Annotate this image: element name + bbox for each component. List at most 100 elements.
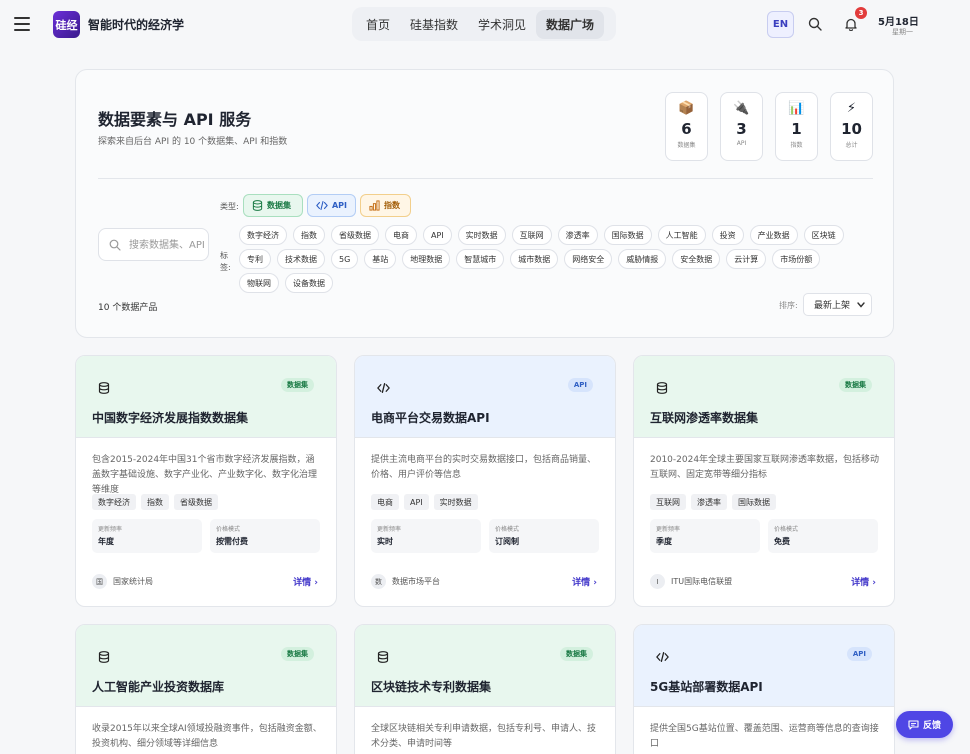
tag-chip[interactable]: 省级数据 (331, 225, 379, 245)
brand-name[interactable]: 智能时代的经济学 (88, 16, 184, 33)
bell-icon[interactable] (844, 17, 858, 31)
feedback-button[interactable]: 反馈 (896, 711, 953, 738)
meta-value: 订阅制 (495, 537, 519, 546)
product-card[interactable]: 数据集 互联网渗透率数据集 2010-2024年全球主要国家互联网渗透率数据，包… (633, 355, 895, 607)
tag-chip[interactable]: 技术数据 (277, 249, 325, 269)
publisher-name: ITU国际电信联盟 (671, 577, 733, 586)
card-title[interactable]: 区块链技术专利数据集 (371, 678, 491, 695)
stat-value: 6 (681, 120, 692, 138)
product-card[interactable]: 数据集 人工智能产业投资数据库 收录2015年以来全球AI领域投融资事件，包括融… (75, 624, 337, 754)
pricing-model: 价格模式 按需付费 (210, 519, 320, 553)
card-tag: API (404, 494, 429, 510)
tag-chip[interactable]: 智慧城市 (456, 249, 505, 269)
tag-chip[interactable]: 产业数据 (749, 225, 798, 245)
product-card[interactable]: API 电商平台交易数据API 提供主流电商平台的实时交易数据接口，包括商品销量… (354, 355, 616, 607)
tag-chip[interactable]: 数字经济 (239, 225, 287, 245)
sort-select[interactable]: 最新上架 (803, 293, 872, 316)
nav-index[interactable]: 硅基指数 (400, 10, 468, 39)
tag-chip[interactable]: 区块链 (803, 225, 844, 245)
detail-link[interactable]: 详情 › (851, 575, 876, 588)
card-title[interactable]: 互联网渗透率数据集 (650, 409, 758, 426)
tag-chip[interactable]: API (423, 225, 452, 245)
tag-chip[interactable]: 投资 (711, 225, 744, 245)
nav-data-plaza[interactable]: 数据广场 (536, 9, 605, 39)
nav-insights[interactable]: 学术洞见 (468, 10, 536, 39)
card-tag: 指数 (141, 494, 169, 510)
tag-chip[interactable]: 5G (331, 249, 359, 269)
tag-chip[interactable]: 互联网 (511, 225, 552, 245)
detail-label: 详情 (851, 578, 870, 588)
publisher: I ITU国际电信联盟 (650, 574, 732, 589)
database-icon (98, 648, 112, 663)
tag-chip[interactable]: 专利 (239, 249, 271, 269)
weekday-label: 星期一 (892, 28, 913, 36)
sort-value: 最新上架 (814, 301, 851, 311)
database-icon (252, 200, 263, 211)
tag-chip[interactable]: 基站 (364, 249, 397, 269)
tag-chip[interactable]: 威胁情报 (618, 249, 667, 269)
card-header: API 5G基站部署数据API (634, 625, 894, 707)
product-card[interactable]: API 5G基站部署数据API 提供全国5G基站位置、覆盖范围、运营商等信息的查… (633, 624, 895, 754)
card-tag: 实时数据 (433, 494, 478, 510)
tag-chip[interactable]: 安全数据 (672, 249, 721, 269)
card-header: 数据集 人工智能产业投资数据库 (76, 625, 336, 707)
type-badge: 数据集 (839, 378, 872, 392)
card-description: 2010-2024年全球主要国家互联网渗透率数据，包括移动互联网、固定宽带等细分… (650, 455, 880, 480)
card-tag: 互联网 (650, 494, 686, 510)
tag-chip[interactable]: 国际数据 (603, 225, 652, 245)
chart-icon (369, 200, 380, 211)
type-filter-api[interactable]: API (307, 194, 356, 217)
card-title[interactable]: 电商平台交易数据API (371, 409, 490, 426)
detail-link[interactable]: 详情 › (293, 575, 318, 588)
detail-label: 详情 (293, 578, 312, 588)
code-icon (377, 379, 391, 393)
tag-chip[interactable]: 设备数据 (285, 273, 333, 293)
type-filter-label: 数据集 (267, 201, 291, 210)
product-card[interactable]: 数据集 区块链技术专利数据集 全球区块链相关专利申请数据，包括专利号、申请人、技… (354, 624, 616, 754)
logo[interactable]: 硅经 (53, 11, 80, 38)
search-icon[interactable] (808, 17, 822, 31)
bar-chart-icon: 📊 (788, 101, 805, 116)
card-header: 数据集 区块链技术专利数据集 (355, 625, 615, 707)
tag-chip[interactable]: 城市数据 (510, 249, 559, 269)
page-title: 数据要素与 API 服务 (98, 110, 252, 129)
detail-link[interactable]: 详情 › (572, 575, 597, 588)
type-filter-index[interactable]: 指数 (360, 194, 411, 217)
card-title[interactable]: 中国数字经济发展指数数据集 (92, 409, 248, 426)
search-box (98, 228, 209, 261)
card-description: 提供全国5G基站位置、覆盖范围、运营商等信息的查询接口 (650, 724, 879, 749)
publisher-name: 国家统计局 (113, 577, 153, 586)
card-tag: 国际数据 (732, 494, 776, 510)
plug-icon: 🔌 (733, 101, 750, 116)
stat-label: 数据集 (677, 142, 696, 149)
meta-label: 价格模式 (774, 526, 799, 533)
language-toggle[interactable]: EN (767, 11, 794, 38)
card-title[interactable]: 5G基站部署数据API (650, 678, 763, 695)
meta-label: 价格模式 (216, 526, 241, 533)
nav-home[interactable]: 首页 (356, 10, 400, 39)
menu-icon[interactable] (14, 17, 30, 31)
stat-total: ⚡ 10 总计 (830, 92, 873, 161)
card-title[interactable]: 人工智能产业投资数据库 (92, 678, 224, 695)
tag-chip[interactable]: 指数 (293, 225, 325, 245)
tag-chip[interactable]: 云计算 (726, 249, 767, 269)
tag-chip[interactable]: 人工智能 (657, 225, 706, 245)
type-filter-dataset[interactable]: 数据集 (243, 194, 303, 217)
type-filter-label: 指数 (384, 201, 400, 210)
meta-value: 年度 (98, 537, 114, 546)
stat-datasets: 📦 6 数据集 (665, 92, 708, 161)
lightning-icon: ⚡ (846, 101, 857, 116)
tag-chip[interactable]: 市场份额 (772, 249, 821, 269)
tag-chip[interactable]: 实时数据 (457, 225, 506, 245)
tag-chip[interactable]: 物联网 (239, 273, 279, 293)
tag-list: 数字经济 指数 省级数据 电商 API 实时数据 互联网 渗透率 国际数据 人工智能 投资 产业数据区… (239, 225, 864, 293)
search-input[interactable] (129, 237, 205, 253)
tag-chip[interactable]: 电商 (385, 225, 417, 245)
product-card[interactable]: 数据集 中国数字经济发展指数数据集 包含2015-2024年中国31个省市数字经… (75, 355, 337, 607)
tag-chip[interactable]: 渗透率 (557, 225, 598, 245)
card-header: API 电商平台交易数据API (355, 356, 615, 438)
type-filter-label: API (331, 201, 347, 210)
tag-chip[interactable]: 网络安全 (564, 249, 613, 269)
tag-chip[interactable]: 地理数据 (402, 249, 451, 269)
card-description: 包含2015-2024年中国31个省市数字经济发展指数，涵盖数字基础设施、数字产… (92, 455, 318, 495)
